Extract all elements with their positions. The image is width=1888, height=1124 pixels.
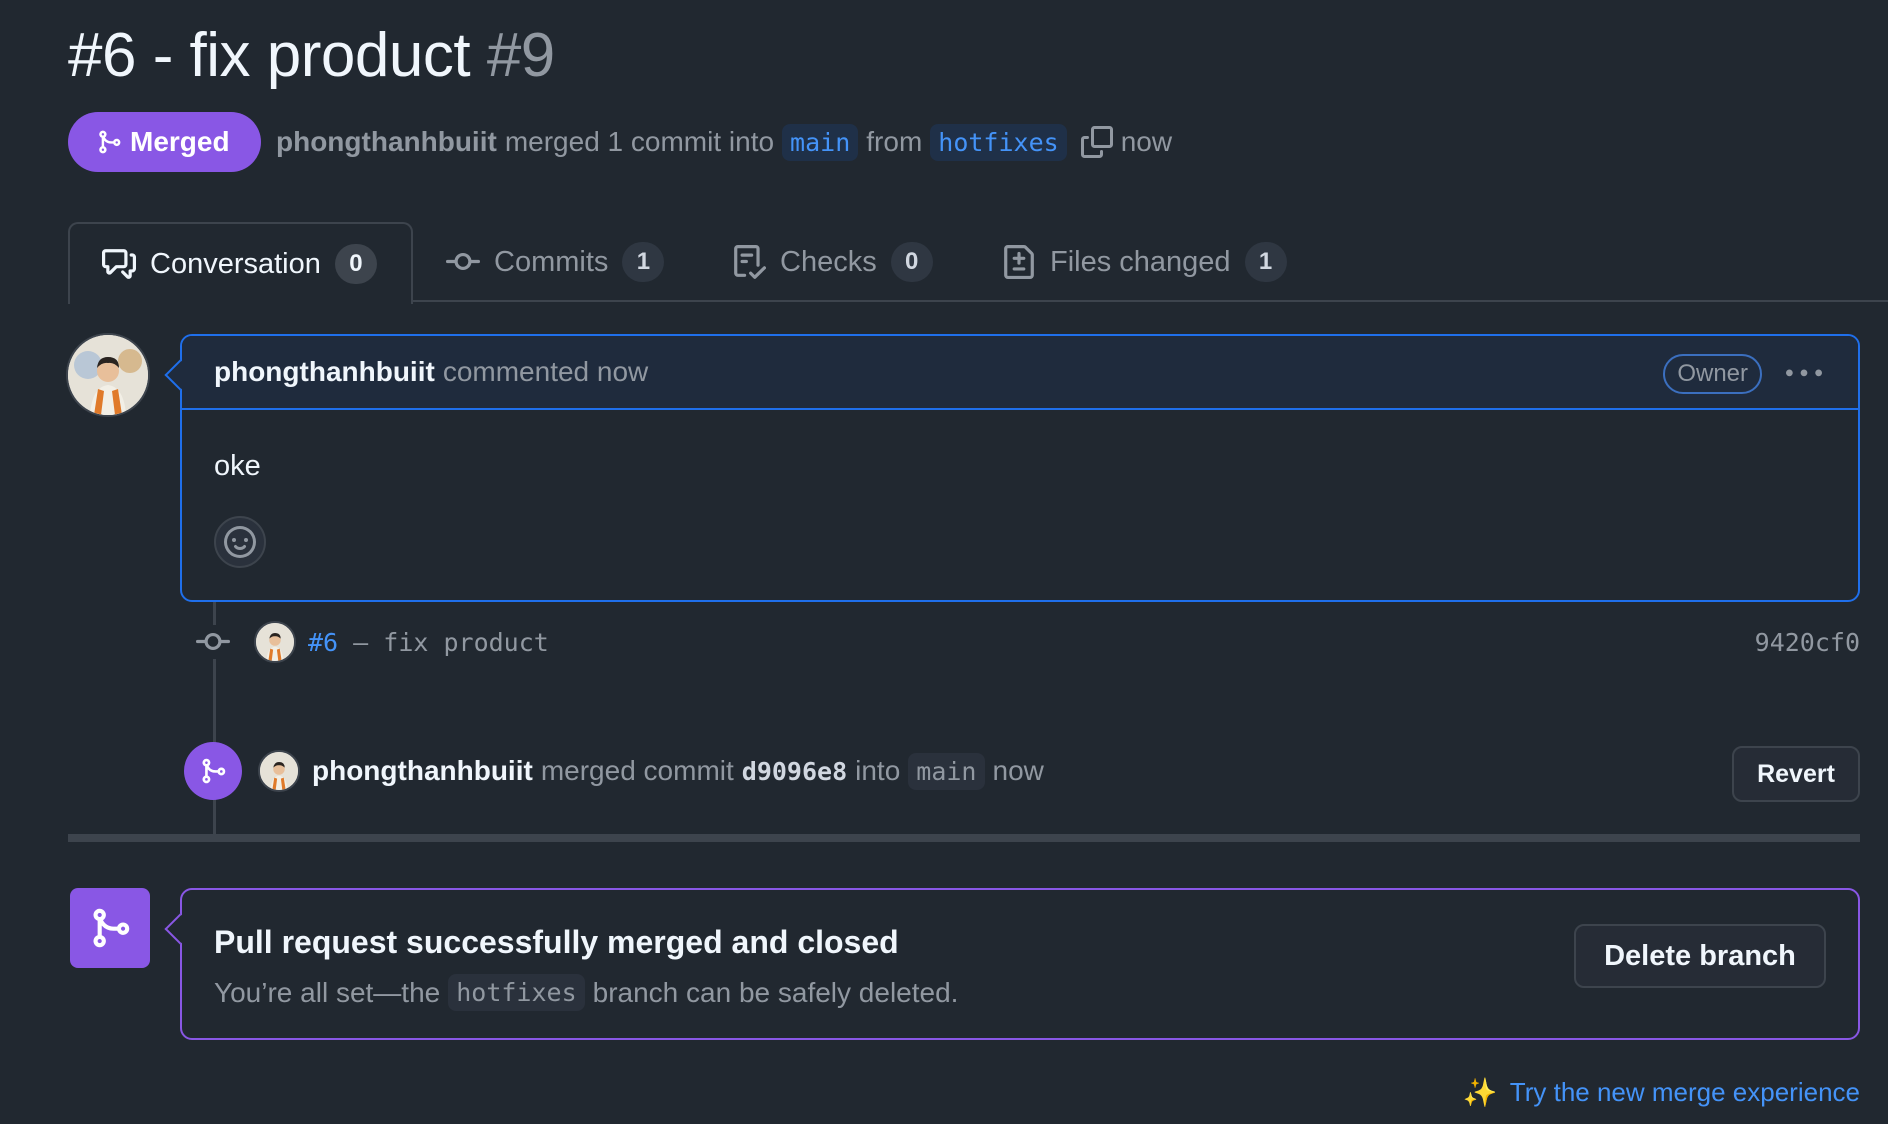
pr-meta: phongthanhbuiit merged 1 commit into mai… <box>276 112 1172 172</box>
comment-body: oke <box>214 450 261 482</box>
merged-label: Merged <box>130 126 230 157</box>
comment-action: commented now <box>442 356 649 387</box>
merge-event-text: phongthanhbuiit merged commit d9096e8 in… <box>312 752 1044 790</box>
tab-conversation-label: Conversation <box>150 247 321 280</box>
checklist-icon <box>734 245 766 279</box>
avatar[interactable] <box>258 750 300 792</box>
tab-commits[interactable]: Commits 1 <box>446 222 665 302</box>
pr-title: #6 - fix product <box>68 21 471 90</box>
git-merge-icon <box>99 130 121 154</box>
avatar[interactable] <box>66 333 150 417</box>
merged-sub-after: branch can be safely deleted. <box>592 976 959 1008</box>
merge-time: now <box>992 755 1044 786</box>
commit-event: #6 – fix product 9420cf0 <box>196 618 1860 666</box>
merged-state-badge: Merged <box>68 112 261 172</box>
merged-status-box: Pull request successfully merged and clo… <box>164 888 1860 1040</box>
merge-event-badge <box>184 742 242 800</box>
comment-options-button[interactable] <box>1786 356 1822 392</box>
merge-action: merged commit <box>540 755 734 786</box>
merged-status-title: Pull request successfully merged and clo… <box>214 924 899 960</box>
delete-branch-button[interactable]: Delete branch <box>1574 924 1826 988</box>
tab-files-changed[interactable]: Files changed 1 <box>1002 222 1287 302</box>
pr-author-link[interactable]: phongthanhbuiit <box>276 126 497 158</box>
merge-author[interactable]: phongthanhbuiit <box>312 755 533 787</box>
owner-badge: Owner <box>1663 354 1762 394</box>
smiley-icon <box>224 526 256 558</box>
tab-checks[interactable]: Checks 0 <box>732 222 933 302</box>
sparkles-icon: ✨ <box>1462 1077 1498 1108</box>
merged-box-pointer <box>164 913 196 945</box>
tab-commits-count: 1 <box>622 242 665 282</box>
tab-checks-count: 0 <box>890 242 933 282</box>
git-merge-icon <box>93 908 130 948</box>
tab-checks-label: Checks <box>780 245 877 278</box>
merge-into: into <box>855 755 901 786</box>
comment-box: phongthanhbuiit commented now Owner oke <box>164 334 1860 602</box>
merge-target-branch[interactable]: main <box>908 752 985 790</box>
comment-header: phongthanhbuiit commented now <box>182 336 1858 410</box>
tab-conversation-count: 0 <box>334 244 377 284</box>
revert-button[interactable]: Revert <box>1732 746 1860 802</box>
git-commit-icon <box>446 252 480 270</box>
try-new-merge-label: Try the new merge experience <box>1509 1077 1860 1107</box>
git-merge-icon <box>202 758 226 784</box>
copy-icon <box>1080 126 1113 158</box>
file-diff-icon <box>1004 245 1034 279</box>
merged-sub-before: You’re all set—the <box>214 976 441 1008</box>
merge-summary: merged 1 commit into <box>504 126 775 157</box>
copy-branch-button[interactable] <box>1080 126 1113 158</box>
pr-time: now <box>1120 126 1173 157</box>
tab-commits-label: Commits <box>494 245 609 278</box>
base-branch[interactable]: main <box>782 123 859 161</box>
merged-status-subtitle: You’re all set—the hotfixes branch can b… <box>214 974 958 1011</box>
add-reaction-button[interactable] <box>214 516 266 568</box>
comment-discussion-icon <box>102 249 136 279</box>
merged-head-branch[interactable]: hotfixes <box>448 974 585 1011</box>
git-commit-icon <box>196 625 230 659</box>
timeline-divider <box>68 834 1860 842</box>
merge-event: phongthanhbuiit merged commit d9096e8 in… <box>184 742 1860 802</box>
avatar[interactable] <box>254 621 296 663</box>
commit-sha-link[interactable]: 9420cf0 <box>1755 628 1860 657</box>
comment-author[interactable]: phongthanhbuiit <box>214 356 435 388</box>
commit-message: #6 – fix product <box>308 628 549 657</box>
try-new-merge-link[interactable]: ✨ Try the new merge experience <box>1463 1076 1860 1109</box>
tab-conversation[interactable]: Conversation 0 <box>68 222 413 304</box>
kebab-horizontal-icon <box>1786 369 1822 377</box>
pr-number: #9 <box>486 21 555 90</box>
tab-files-changed-count: 1 <box>1244 242 1287 282</box>
tab-files-changed-label: Files changed <box>1050 245 1231 278</box>
from-text: from <box>866 126 923 157</box>
merged-status-icon <box>70 888 150 968</box>
page-title: #6 - fix product #9 <box>68 20 555 91</box>
head-branch[interactable]: hotfixes <box>930 123 1067 161</box>
commit-title[interactable]: – fix product <box>338 628 549 657</box>
commit-issue-link[interactable]: #6 <box>308 628 338 657</box>
merge-commit-sha[interactable]: d9096e8 <box>742 757 847 786</box>
